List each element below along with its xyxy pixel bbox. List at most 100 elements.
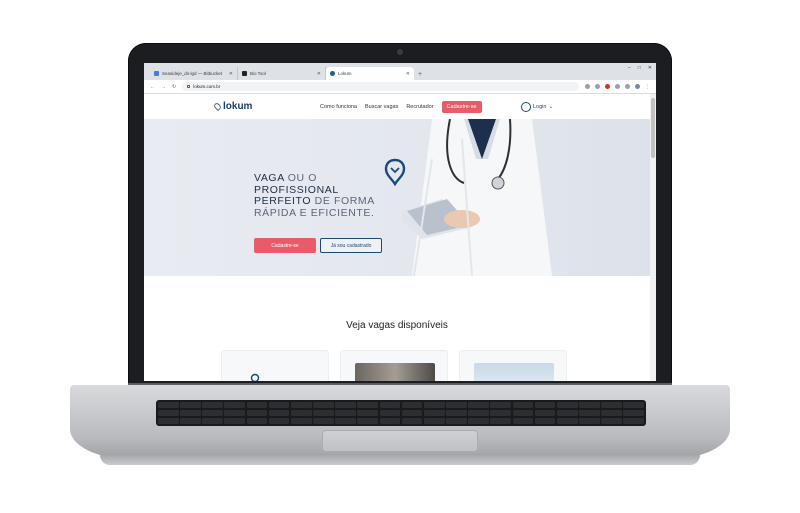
keyboard-key	[246, 402, 268, 409]
keyboard-key	[158, 409, 179, 417]
keyboard-key	[158, 417, 179, 424]
keyboard-key	[379, 417, 401, 424]
keyboard-key	[246, 417, 268, 424]
hero-signup-button[interactable]: Cadastre-se	[254, 238, 316, 253]
keyboard-key	[202, 402, 223, 409]
keyboard-key	[202, 417, 223, 424]
keyboard-key	[357, 402, 379, 409]
back-icon[interactable]: ←	[150, 84, 155, 90]
browser-tab[interactable]: Bio Tool ✕	[238, 67, 326, 80]
reload-icon[interactable]: ↻	[172, 84, 176, 90]
keyboard-key	[512, 402, 534, 409]
main-menu: Como funciona Buscar vagas Recrutador Ca…	[320, 100, 482, 113]
job-card[interactable]	[340, 350, 448, 381]
cast-icon[interactable]	[585, 84, 590, 89]
nav-recrutador[interactable]: Recrutador	[406, 104, 433, 110]
avatar[interactable]	[635, 84, 640, 89]
keyboard-key	[423, 417, 445, 424]
keyboard-key	[313, 409, 334, 417]
keyboard-key	[202, 409, 223, 417]
menu-dots-icon[interactable]: ⋮	[645, 84, 650, 90]
nav-como-funciona[interactable]: Como funciona	[320, 104, 357, 110]
chevron-down-icon: ⌄	[548, 103, 554, 110]
close-icon[interactable]: ✕	[317, 71, 321, 77]
logo-pin-icon	[250, 373, 260, 381]
keyboard-key	[468, 417, 489, 424]
site-header: lokum Como funciona Buscar vagas Recruta…	[144, 94, 650, 119]
keyboard-key	[601, 409, 622, 417]
keyboard-key	[512, 409, 534, 417]
job-card[interactable]	[221, 350, 329, 381]
keyboard-key	[512, 417, 534, 424]
url-input[interactable]: lokum.com.br	[182, 82, 579, 91]
shield-icon	[242, 71, 247, 76]
extension-icon[interactable]	[605, 84, 610, 89]
keyboard-key	[401, 417, 423, 424]
keyboard-key	[180, 402, 201, 409]
keyboard-key	[224, 402, 246, 409]
browser-tab-bar: Seasideje_ds-lgd — Bitbucket ✕ Bio Tool …	[144, 63, 656, 80]
keyboard-key	[158, 402, 179, 409]
signup-button[interactable]: Cadastre-se	[441, 100, 482, 113]
location-pin-icon	[384, 158, 406, 186]
keyboard-key	[335, 409, 356, 417]
keyboard-key	[446, 417, 467, 424]
already-registered-button[interactable]: Já sou cadastrado	[320, 238, 382, 253]
maximize-button[interactable]: □	[638, 65, 641, 71]
keyboard-key	[468, 402, 489, 409]
keyboard-key	[290, 417, 312, 424]
keyboard-key	[180, 409, 201, 417]
pen-icon[interactable]	[615, 84, 620, 89]
hero-banner: VAGA OU O PROFISSIONAL PERFEITO DE FORMA…	[144, 119, 650, 276]
window-controls: – □ ✕	[628, 65, 652, 71]
section-title: Veja vagas disponíveis	[346, 320, 448, 331]
hero-buttons: Cadastre-se Já sou cadastrado	[254, 238, 382, 253]
close-icon[interactable]: ✕	[406, 71, 410, 77]
keyboard-key	[490, 417, 512, 424]
keyboard-key	[268, 409, 290, 417]
nav-buscar-vagas[interactable]: Buscar vagas	[365, 104, 398, 110]
camera-icon	[397, 49, 403, 55]
job-image	[355, 363, 435, 381]
keyboard-key	[446, 409, 467, 417]
job-image	[474, 363, 554, 381]
keyboard-key	[357, 409, 379, 417]
keyboard-key	[224, 417, 246, 424]
keyboard-key	[357, 417, 379, 424]
doctor-image	[402, 119, 552, 276]
laptop-base-edge	[100, 455, 700, 465]
keyboard-key	[579, 409, 600, 417]
login-link[interactable]: Login ⌄	[521, 101, 554, 112]
logo-pin-icon	[212, 101, 223, 112]
keyboard-key	[290, 409, 312, 417]
keyboard-key	[490, 402, 512, 409]
keyboard-key	[313, 402, 334, 409]
extension-icon[interactable]	[625, 84, 630, 89]
bitbucket-icon	[154, 71, 159, 76]
browser-tab-active[interactable]: Lokum ✕	[326, 67, 414, 80]
keyboard-key	[490, 409, 512, 417]
keyboard-key	[246, 409, 268, 417]
keyboard-key	[534, 402, 556, 409]
address-bar: ← → ↻ lokum.com.br ⋮	[144, 80, 656, 94]
minimize-button[interactable]: –	[628, 65, 631, 71]
job-card[interactable]	[459, 350, 567, 381]
keyboard-key	[623, 402, 644, 409]
close-icon[interactable]: ✕	[229, 71, 233, 77]
close-window-button[interactable]: ✕	[648, 65, 652, 71]
keyboard-key	[313, 417, 334, 424]
forward-icon[interactable]: →	[161, 84, 166, 90]
scrollbar-thumb[interactable]	[651, 98, 655, 158]
browser-tab[interactable]: Seasideje_ds-lgd — Bitbucket ✕	[150, 67, 238, 80]
keyboard-key	[290, 402, 312, 409]
web-page: lokum Como funciona Buscar vagas Recruta…	[144, 94, 650, 381]
keyboard-key	[579, 402, 600, 409]
keyboard-key	[579, 417, 600, 424]
lock-icon	[187, 85, 191, 88]
star-icon[interactable]	[595, 84, 600, 89]
keyboard	[156, 400, 646, 426]
keyboard-key	[534, 417, 556, 424]
new-tab-button[interactable]: +	[418, 71, 422, 78]
site-logo[interactable]: lokum	[212, 101, 252, 112]
keyboard-key	[224, 409, 246, 417]
